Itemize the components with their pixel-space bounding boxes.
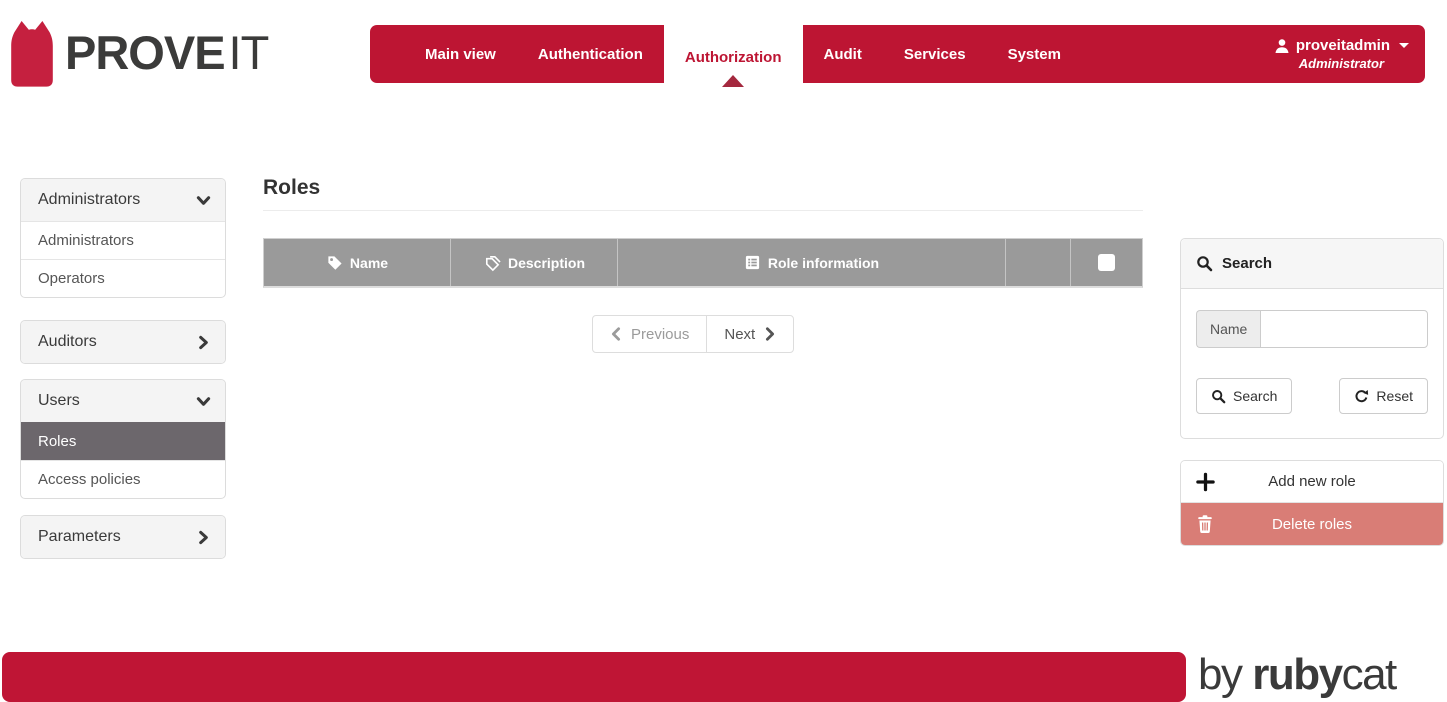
column-label: Name bbox=[350, 255, 388, 271]
sidebar-header-label: Administrators bbox=[38, 191, 140, 209]
logo-text-bold: PROVE bbox=[65, 26, 225, 79]
column-header-description[interactable]: Description bbox=[450, 239, 617, 286]
person-icon bbox=[1274, 38, 1290, 54]
chevron-left-icon bbox=[610, 327, 622, 341]
page-title: Roles bbox=[263, 176, 320, 200]
add-new-role-button[interactable]: Add new role bbox=[1181, 461, 1443, 503]
logo-text: PROVEIT bbox=[65, 16, 268, 90]
user-name: proveitadmin bbox=[1296, 37, 1390, 54]
sidebar-group-parameters: Parameters bbox=[20, 515, 226, 559]
chevron-right-icon bbox=[196, 530, 211, 545]
credit-brand-tail: cat bbox=[1342, 650, 1396, 699]
sidebar-item-administrators[interactable]: Administrators bbox=[21, 221, 225, 259]
reset-button-label: Reset bbox=[1376, 388, 1413, 404]
chevron-down-icon bbox=[196, 394, 211, 409]
top-navbar: Main view Authentication Authorization A… bbox=[370, 25, 1425, 83]
name-input-label: Name bbox=[1196, 310, 1260, 348]
sidebar-item-roles[interactable]: Roles bbox=[21, 422, 225, 460]
sidebar-header-label: Auditors bbox=[38, 333, 97, 351]
column-header-name[interactable]: Name bbox=[264, 239, 450, 286]
column-header-role-information[interactable]: Role information bbox=[617, 239, 1005, 286]
previous-page-button[interactable]: Previous bbox=[592, 315, 707, 353]
proveit-admin-page: PROVEIT Main view Authentication Authori… bbox=[0, 0, 1447, 702]
reset-button[interactable]: Reset bbox=[1339, 378, 1428, 414]
nav-authorization-label: Authorization bbox=[685, 49, 782, 66]
credit-by: by bbox=[1198, 650, 1252, 699]
column-header-blank bbox=[1005, 239, 1070, 286]
search-icon bbox=[1196, 255, 1213, 272]
credit-brand-bold: ruby bbox=[1252, 650, 1341, 699]
sidebar-group-auditors: Auditors bbox=[20, 320, 226, 364]
logo-text-light: IT bbox=[229, 26, 269, 79]
search-button-label: Search bbox=[1233, 388, 1277, 404]
title-divider bbox=[263, 210, 1143, 211]
next-page-button[interactable]: Next bbox=[706, 315, 794, 353]
tag-icon bbox=[326, 254, 343, 271]
search-panel-title: Search bbox=[1222, 255, 1272, 272]
next-label: Next bbox=[724, 326, 755, 343]
trash-icon bbox=[1196, 515, 1214, 534]
nav-services[interactable]: Services bbox=[883, 25, 987, 83]
sidebar: Administrators Administrators Operators … bbox=[20, 178, 226, 559]
search-panel-body: Name Search Reset bbox=[1181, 289, 1443, 438]
select-all-checkbox[interactable] bbox=[1098, 254, 1115, 271]
delete-roles-button[interactable]: Delete roles bbox=[1181, 503, 1443, 545]
nav-audit[interactable]: Audit bbox=[803, 25, 883, 83]
nav-system[interactable]: System bbox=[987, 25, 1082, 83]
sidebar-item-operators[interactable]: Operators bbox=[21, 259, 225, 297]
search-icon bbox=[1211, 389, 1226, 404]
cat-logo-icon bbox=[8, 16, 56, 90]
delete-roles-label: Delete roles bbox=[1181, 516, 1443, 533]
search-panel-header: Search bbox=[1181, 239, 1443, 289]
user-role: Administrator bbox=[1299, 56, 1384, 71]
user-menu[interactable]: proveitadmin Administrator bbox=[1274, 25, 1409, 83]
sidebar-header-auditors[interactable]: Auditors bbox=[21, 321, 225, 363]
list-icon bbox=[744, 254, 761, 271]
nav-main-view[interactable]: Main view bbox=[404, 25, 517, 83]
roles-table-header: Name Description Role information bbox=[263, 238, 1143, 288]
add-new-role-label: Add new role bbox=[1181, 473, 1443, 490]
sidebar-header-users[interactable]: Users bbox=[21, 380, 225, 422]
nav-authorization[interactable]: Authorization bbox=[664, 25, 803, 89]
proveit-logo[interactable]: PROVEIT bbox=[8, 16, 268, 90]
search-button[interactable]: Search bbox=[1196, 378, 1292, 414]
tags-icon bbox=[483, 254, 501, 272]
chevron-right-icon bbox=[764, 327, 776, 341]
active-tab-pointer-icon bbox=[722, 75, 744, 87]
column-label: Role information bbox=[768, 255, 879, 271]
sidebar-header-administrators[interactable]: Administrators bbox=[21, 179, 225, 221]
search-panel: Search Name Search bbox=[1180, 238, 1444, 439]
sidebar-group-users: Users Roles Access policies bbox=[20, 379, 226, 499]
caret-down-icon bbox=[1399, 43, 1409, 48]
rubycat-credit: by rubycat bbox=[1198, 651, 1396, 699]
role-actions-panel: Add new role Delete roles bbox=[1180, 460, 1444, 546]
sidebar-header-parameters[interactable]: Parameters bbox=[21, 516, 225, 558]
column-label: Description bbox=[508, 255, 585, 271]
nav-authentication[interactable]: Authentication bbox=[517, 25, 664, 83]
name-input-group: Name bbox=[1196, 310, 1428, 348]
chevron-right-icon bbox=[196, 335, 211, 350]
column-header-select-all bbox=[1070, 239, 1142, 286]
chevron-down-icon bbox=[196, 193, 211, 208]
sidebar-item-access-policies[interactable]: Access policies bbox=[21, 460, 225, 498]
sidebar-group-administrators: Administrators Administrators Operators bbox=[20, 178, 226, 298]
plus-icon bbox=[1196, 472, 1215, 491]
pagination: Previous Next bbox=[592, 315, 794, 353]
name-search-input[interactable] bbox=[1260, 310, 1428, 348]
sidebar-header-label: Parameters bbox=[38, 528, 121, 546]
previous-label: Previous bbox=[631, 326, 689, 343]
reset-icon bbox=[1354, 389, 1369, 404]
footer-bar bbox=[2, 652, 1186, 702]
sidebar-header-label: Users bbox=[38, 392, 80, 410]
